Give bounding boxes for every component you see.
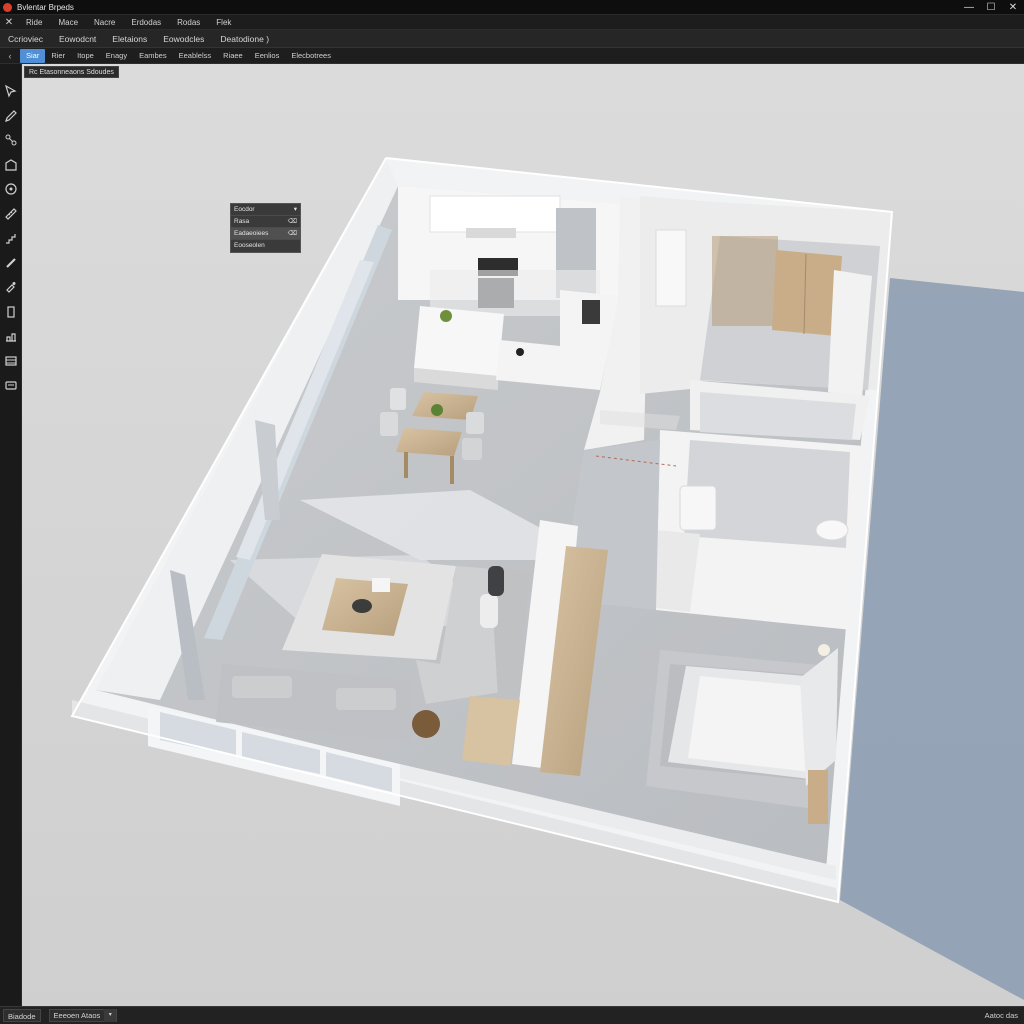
status-left-field[interactable]: Biadode [3, 1009, 41, 1022]
window-controls: — ☐ ✕ [958, 0, 1024, 15]
toolbar-item-2[interactable]: Eowodcnt [51, 34, 104, 44]
brush-tool-icon[interactable] [2, 254, 20, 272]
context-menu-item-4[interactable]: Eooseolen [231, 240, 300, 252]
menu-item-mace[interactable]: Mace [50, 18, 86, 27]
context-menu-item-2-shortcut: ⌫ [287, 218, 297, 225]
tab-scroll-left-icon[interactable]: ‹ [0, 51, 20, 61]
toolbar-item-4[interactable]: Eowodcles [155, 34, 212, 44]
menu-bar: ✕ Ride Mace Nacre Erdodas Rodas Flek [0, 15, 1024, 30]
toolbar-item-5[interactable]: Deatodione ) [212, 34, 277, 44]
menu-item-erdodas[interactable]: Erdodas [123, 18, 169, 27]
door-tool-icon[interactable] [2, 303, 20, 321]
tab-1[interactable]: Siar [20, 48, 46, 63]
context-menu-item-2-label: Rasa [234, 218, 250, 225]
tab-7[interactable]: Riaee [217, 49, 249, 63]
context-menu-item-1-shortcut: ▾ [293, 206, 297, 213]
context-menu-item-1-label: Eocdor [234, 206, 255, 213]
context-menu-item-3-shortcut: ⌫ [287, 230, 297, 237]
floor-plan-3d-render[interactable] [22, 64, 1024, 1006]
context-menu-item-3-label: Eadaeoiees [234, 230, 269, 237]
stairs-tool-icon[interactable] [2, 229, 20, 247]
toolbar-item-3[interactable]: Eletaions [104, 34, 155, 44]
viewport-label: Rc Etasonneaons Sdoudes [24, 66, 119, 78]
menu-item-rodas[interactable]: Rodas [169, 18, 208, 27]
menu-item-flek[interactable]: Flek [208, 18, 239, 27]
menu-item-ride[interactable]: Ride [18, 18, 50, 27]
status-right-text: Aatoc das [984, 1011, 1018, 1020]
status-select-value: Eeeoen Ataos [53, 1011, 101, 1020]
menu-item-nacre[interactable]: Nacre [86, 18, 123, 27]
tab-6[interactable]: Eeablelss [173, 49, 218, 63]
tab-5[interactable]: Eambes [133, 49, 173, 63]
app-logo-icon [3, 2, 12, 12]
window-tool-icon[interactable] [2, 327, 20, 345]
3d-viewport[interactable]: Rc Etasonneaons Sdoudes Eocdor ▾ Rasa ⌫ Ea… [22, 64, 1024, 1006]
layers-tool-icon[interactable] [2, 352, 20, 370]
furniture-tool-icon[interactable] [2, 376, 20, 394]
select-tool-icon[interactable] [2, 82, 20, 100]
context-menu: Eocdor ▾ Rasa ⌫ Eadaeoiees ⌫ Eooseolen [230, 203, 301, 253]
measure-tool-icon[interactable] [2, 205, 20, 223]
chevron-down-icon[interactable]: ▾ [104, 1009, 117, 1022]
menu-close-icon[interactable]: ✕ [0, 17, 18, 28]
tab-8[interactable]: Eenlios [249, 49, 286, 63]
tool-palette [0, 64, 22, 1006]
close-button[interactable]: ✕ [1002, 0, 1024, 15]
title-bar: Bvlentar Brpeds — ☐ ✕ [0, 0, 1024, 15]
minimize-button[interactable]: — [958, 0, 980, 15]
tab-9[interactable]: Elecbotrees [285, 49, 337, 63]
node-tool-icon[interactable] [2, 131, 20, 149]
context-menu-item-2[interactable]: Rasa ⌫ [231, 216, 300, 228]
context-menu-item-4-label: Eooseolen [234, 242, 265, 249]
tab-strip: ‹ Siar Rier Itope Enagy Eambes Eeablelss… [0, 48, 1024, 64]
toolbar-item-1[interactable]: Ccrioviec [0, 34, 51, 44]
wall-tool-icon[interactable] [2, 156, 20, 174]
pen-tool-icon[interactable] [2, 107, 20, 125]
maximize-button[interactable]: ☐ [980, 0, 1002, 15]
status-bar: Biadode Eeeoen Ataos ▾ Aatoc das [0, 1006, 1024, 1024]
paint-tool-icon[interactable] [2, 278, 20, 296]
main-toolbar: Ccrioviec Eowodcnt Eletaions Eowodcles D… [0, 30, 1024, 48]
tab-4[interactable]: Enagy [100, 49, 133, 63]
tab-2[interactable]: Rier [45, 49, 71, 63]
context-menu-item-1[interactable]: Eocdor ▾ [231, 204, 300, 216]
status-select[interactable]: Eeeoen Ataos ▾ [48, 1009, 118, 1022]
context-menu-item-3[interactable]: Eadaeoiees ⌫ [231, 228, 300, 240]
orbit-tool-icon[interactable] [2, 180, 20, 198]
tab-3[interactable]: Itope [71, 49, 100, 63]
window-title: Bvlentar Brpeds [17, 2, 74, 12]
